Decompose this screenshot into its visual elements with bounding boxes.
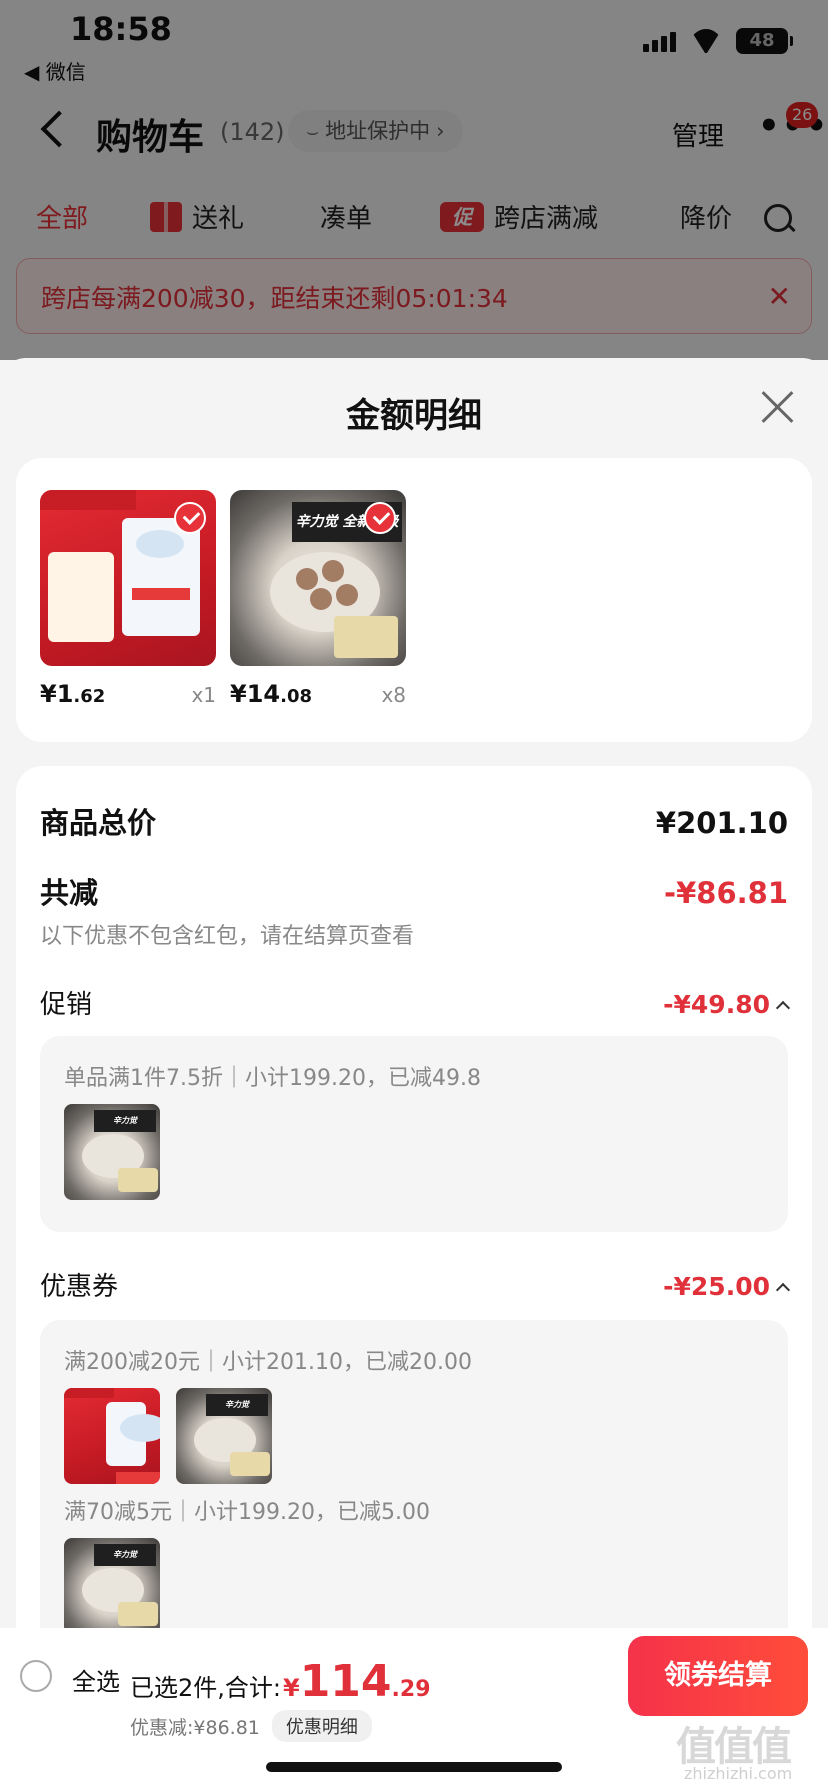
product-thumbnail: 辛力觉 xyxy=(64,1104,160,1200)
coupon-detail-box: 满200减20元｜小计201.10，已减20.00 辛力觉 满70减5元｜小计1… xyxy=(40,1320,788,1628)
checkout-bar: 全选 已选2件,合计: ¥ 114 .29 优惠减:¥86.81 优惠明细 领券… xyxy=(0,1628,828,1792)
chevron-up-icon xyxy=(775,1282,791,1297)
goods-total-row: 商品总价 ¥201.10 xyxy=(40,800,788,842)
checkout-button[interactable]: 领券结算 xyxy=(628,1636,808,1716)
price-integer: ¥1 xyxy=(40,680,74,708)
sheet-title: 金额明细 xyxy=(346,396,482,436)
coupon-label: 优惠券 xyxy=(40,1272,119,1302)
price-decimal: .62 xyxy=(73,686,106,707)
select-all-checkbox[interactable] xyxy=(20,1660,52,1692)
discount-detail-button[interactable]: 优惠明细 xyxy=(271,1710,372,1742)
home-indicator[interactable] xyxy=(266,1762,562,1772)
watermark-url: zhizhizhi.com xyxy=(684,1764,793,1783)
product-thumbnail xyxy=(64,1388,160,1484)
product-image-meatball: 辛力觉 全新升级 xyxy=(230,490,406,666)
price-integer: ¥14 xyxy=(230,680,281,708)
product-price: ¥14.08 x8 xyxy=(230,680,406,708)
product-quantity: x8 xyxy=(381,683,406,707)
product-image-salt xyxy=(40,490,216,666)
select-all-label[interactable]: 全选 xyxy=(72,1662,120,1697)
product-quantity: x1 xyxy=(191,683,216,707)
cart-page-background: 18:58 ◀ 微信 48 购物车 (142) ⌣ 地址保护中 › 管理 •••… xyxy=(0,0,828,360)
promotion-row[interactable]: 促销 -¥49.80 xyxy=(40,984,791,1021)
product-price: ¥1.62 x1 xyxy=(40,680,216,708)
total-decimal: .29 xyxy=(391,1677,431,1702)
coupon-rule: 满70减5元｜小计199.20，已减5.00 xyxy=(64,1500,430,1525)
promotion-rule: 单品满1件7.5折｜小计199.20，已减49.8 xyxy=(64,1066,481,1091)
chevron-up-icon xyxy=(775,1000,791,1015)
close-icon[interactable] xyxy=(760,388,796,424)
total-discount-label: 共减 xyxy=(40,876,99,910)
total-integer: 114 xyxy=(299,1656,392,1707)
promotion-value: -¥49.80 xyxy=(663,990,770,1019)
product-item[interactable]: 辛力觉 全新升级 ¥14.08 x8 xyxy=(230,490,406,708)
promotion-detail-box: 单品满1件7.5折｜小计199.20，已减49.8 辛力觉 xyxy=(40,1036,788,1232)
price-decimal: .08 xyxy=(280,686,312,707)
modal-overlay[interactable] xyxy=(0,0,828,360)
goods-total-value: ¥201.10 xyxy=(655,806,788,840)
discount-hint: 以下优惠不包含红包，请在结算页查看 xyxy=(40,924,415,949)
selected-summary-label: 已选2件,合计: xyxy=(130,1674,281,1702)
total-currency: ¥ xyxy=(282,1674,300,1702)
checkmark-icon xyxy=(174,502,206,534)
price-breakdown-card: 商品总价 ¥201.10 共减 -¥86.81 以下优惠不包含红包，请在结算页查… xyxy=(16,766,812,1628)
discount-amount: 优惠减:¥86.81 xyxy=(130,1716,260,1739)
amount-detail-sheet: 金额明细 ¥1.62 x1 辛力觉 全新升级 ¥14.08 x8 商品总价 ¥2… xyxy=(0,358,828,1628)
order-summary: 已选2件,合计: ¥ 114 .29 xyxy=(130,1656,431,1707)
total-discount-row: 共减 -¥86.81 xyxy=(40,870,788,912)
checkmark-icon xyxy=(364,502,396,534)
product-item[interactable]: ¥1.62 x1 xyxy=(40,490,216,708)
product-thumbnail: 辛力觉 xyxy=(64,1538,160,1628)
goods-total-label: 商品总价 xyxy=(40,806,157,840)
product-thumbnail: 辛力觉 xyxy=(176,1388,272,1484)
selected-products-card: ¥1.62 x1 辛力觉 全新升级 ¥14.08 x8 xyxy=(16,458,812,742)
total-discount-value: -¥86.81 xyxy=(664,876,788,910)
discount-line: 优惠减:¥86.81 优惠明细 xyxy=(130,1710,372,1742)
promotion-label: 促销 xyxy=(40,990,93,1020)
coupon-value: -¥25.00 xyxy=(663,1272,770,1301)
coupon-row[interactable]: 优惠券 -¥25.00 xyxy=(40,1266,791,1303)
coupon-rule: 满200减20元｜小计201.10，已减20.00 xyxy=(64,1350,472,1375)
